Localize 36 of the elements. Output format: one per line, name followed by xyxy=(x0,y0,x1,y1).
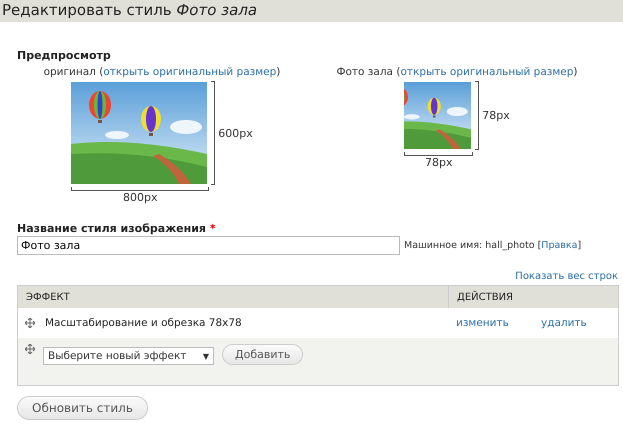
bracket: [ xyxy=(538,240,542,251)
width-dimension-line xyxy=(404,152,474,156)
action-link[interactable]: изменить xyxy=(448,317,533,329)
effect-name: Масштабирование и обрезка 78x78 xyxy=(45,317,242,329)
open-original-link[interactable]: открыть оригинальный размер xyxy=(103,66,276,78)
edit-link[interactable]: Правка xyxy=(541,240,578,251)
height-label: 78px xyxy=(482,109,510,122)
height-label: 600px xyxy=(218,126,253,140)
parenthesis: ( xyxy=(99,66,104,78)
show-weights-link[interactable]: Показать вес строк xyxy=(515,271,618,282)
parenthesis: ) xyxy=(276,66,280,78)
width-label: 78px xyxy=(425,156,452,169)
field-label: Название стиля изображения xyxy=(17,222,206,235)
open-original-link[interactable]: открыть оригинальный размер xyxy=(400,66,574,78)
column-header: ЭФФЕКТ xyxy=(26,292,70,302)
style-name-field[interactable]: Фото зала xyxy=(17,236,400,255)
effect-select[interactable]: Выберите новый эффект ▼ xyxy=(43,347,214,365)
drag-handle-icon[interactable] xyxy=(25,344,35,354)
action-link[interactable]: удалить xyxy=(533,317,618,329)
preview-caption: оригинал xyxy=(44,66,96,78)
landscape-drawing xyxy=(404,82,472,149)
add-button[interactable]: Добавить xyxy=(222,344,304,365)
width-label: 800px xyxy=(123,191,158,204)
machine-name: Машинное имя: hall_photo xyxy=(404,240,535,251)
page-title: Редактировать стиль Фото зала xyxy=(0,0,623,22)
bracket: ] xyxy=(577,240,582,251)
dropdown-caret-icon: ▼ xyxy=(202,352,209,360)
drag-handle-icon[interactable] xyxy=(25,318,35,328)
preview-caption: Фото зала xyxy=(336,66,393,78)
preview-heading: Предпросмотр xyxy=(17,49,112,62)
column-header: ДЕЙСТВИЯ xyxy=(457,292,513,302)
update-style-button[interactable]: Обновить стиль xyxy=(17,396,148,420)
height-dimension-line xyxy=(475,81,480,150)
required-mark: * xyxy=(210,222,216,235)
parenthesis: ( xyxy=(396,66,400,78)
parenthesis: ) xyxy=(573,66,578,78)
